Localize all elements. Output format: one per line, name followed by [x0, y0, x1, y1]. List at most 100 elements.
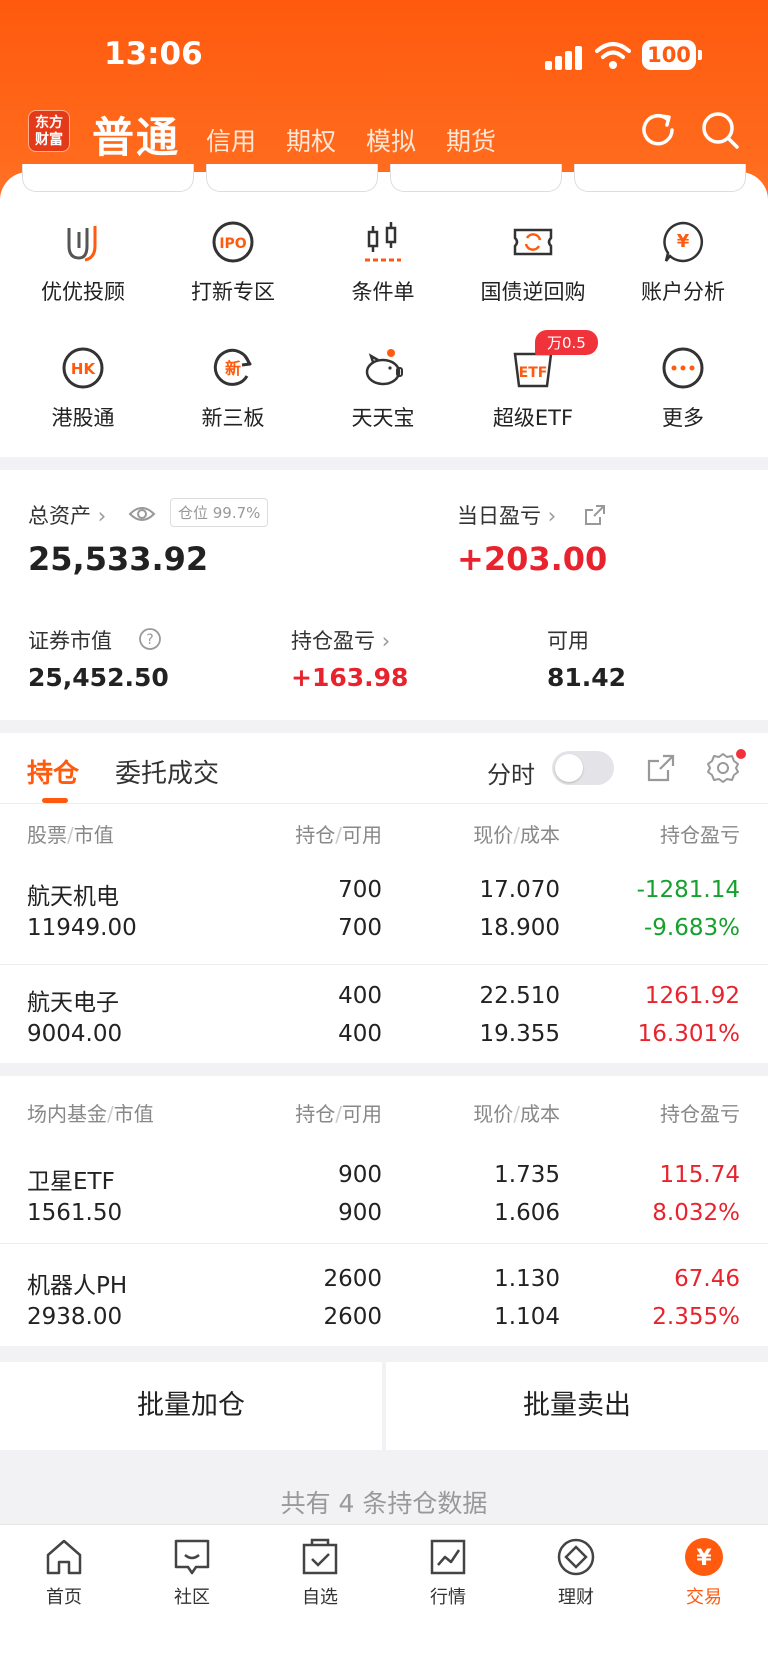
asset-summary-panel: 总资产 › 仓位 99.7% 25,533.92 当日盈亏 › +203.00 … [0, 470, 768, 720]
daily-pl-label[interactable]: 当日盈亏 › [457, 500, 556, 530]
stock-cost: 18.900 [479, 915, 560, 941]
tab-wealth[interactable]: 理财 [536, 1535, 616, 1609]
external-link-icon[interactable] [584, 504, 606, 526]
status-bar: 13:06 100 [0, 0, 768, 100]
quick-action-account-analysis[interactable]: ¥ 账户分析 [608, 218, 758, 306]
svg-text:新: 新 [225, 359, 241, 378]
fund-pl: 67.46 [674, 1266, 740, 1292]
ipo-icon: IPO [212, 221, 254, 263]
fund-cost: 1.104 [494, 1304, 560, 1330]
svg-text:HK: HK [71, 360, 97, 378]
tab-credit[interactable]: 信用 [206, 122, 256, 158]
quick-action-more[interactable]: 更多 [608, 344, 758, 432]
settings-gear-icon[interactable] [706, 751, 740, 785]
fund-pl-pct: 8.032% [652, 1200, 740, 1226]
svg-text:¥: ¥ [696, 1546, 712, 1571]
share-icon[interactable] [646, 753, 676, 783]
svg-text:IPO: IPO [219, 236, 246, 252]
chevron-right-icon: › [381, 629, 391, 653]
stock-available: 700 [338, 915, 382, 941]
quick-action-super-etf[interactable]: ETF 超级ETF [458, 344, 608, 432]
market-icon [430, 1539, 466, 1575]
eye-icon[interactable] [128, 504, 156, 524]
quick-action-conditional-order[interactable]: 条件单 [308, 218, 458, 306]
tab-home[interactable]: 首页 [24, 1535, 104, 1609]
tab-watchlist[interactable]: 自选 [280, 1535, 360, 1609]
watchlist-icon [302, 1538, 338, 1575]
tab-community[interactable]: 社区 [152, 1535, 232, 1609]
stock-value: 11949.00 [27, 915, 137, 941]
fund-value: 1561.50 [27, 1200, 123, 1226]
stock-pl-pct: -9.683% [644, 915, 740, 941]
quick-action-uu-advisor[interactable]: 优优投顾 [8, 218, 158, 306]
stock-pl: -1281.14 [636, 877, 740, 903]
available-value: 81.42 [547, 663, 627, 692]
stock-available: 400 [338, 1021, 382, 1047]
fund-pl: 115.74 [659, 1162, 740, 1188]
tab-trade[interactable]: ¥ 交易 [664, 1535, 744, 1609]
search-icon[interactable] [698, 108, 742, 152]
bond-repo-icon [513, 228, 553, 256]
chevron-right-icon: › [547, 504, 557, 528]
holding-pl-label[interactable]: 持仓盈亏 › [291, 625, 390, 655]
tab-positions[interactable]: 持仓 [27, 753, 79, 790]
fund-name: 卫星ETF [27, 1169, 115, 1195]
tab-orders[interactable]: 委托成交 [115, 753, 219, 790]
tab-options[interactable]: 期权 [286, 122, 336, 158]
total-assets-value: 25,533.92 [28, 540, 209, 578]
quick-actions-panel: 优优投顾 IPO 打新专区 条件单 国债逆回购 ¥ 账户分析 HK 港股通 新 … [0, 164, 768, 457]
tab-market[interactable]: 行情 [408, 1535, 488, 1609]
quick-action-tiantianbao[interactable]: 天天宝 [308, 344, 458, 432]
bottom-tab-bar: 首页 社区 自选 行情 理财 ¥ 交易 [0, 1524, 768, 1669]
stock-qty: 400 [338, 983, 382, 1009]
wifi-icon [595, 42, 631, 69]
fund-available: 900 [338, 1200, 382, 1226]
fund-value: 2938.00 [27, 1304, 123, 1330]
tab-normal-account[interactable]: 普通 [92, 104, 180, 165]
quick-action-ipo[interactable]: IPO 打新专区 [158, 218, 308, 306]
hk-icon: HK [62, 347, 104, 389]
batch-sell-button[interactable]: 批量卖出 [386, 1362, 768, 1450]
total-assets-label[interactable]: 总资产 › [28, 500, 106, 530]
new-board-icon: 新 [213, 348, 252, 386]
refresh-icon[interactable] [636, 108, 680, 152]
batch-add-button[interactable]: 批量加仓 [0, 1362, 382, 1450]
available-label: 可用 [547, 629, 589, 653]
uu-advisor-icon [67, 226, 97, 262]
help-icon[interactable]: ? [138, 627, 162, 651]
fund-qty: 2600 [323, 1266, 382, 1292]
bank-transfer-button-peek[interactable] [574, 164, 746, 192]
col-header-pl: 持仓盈亏 [660, 823, 740, 847]
market-value-label: 证券市值 [28, 629, 112, 653]
tab-futures[interactable]: 期货 [446, 122, 496, 158]
fund-available: 2600 [323, 1304, 382, 1330]
cancel-order-button-peek[interactable] [390, 164, 562, 192]
status-time: 13:06 [104, 36, 203, 72]
holdings-count-summary: 共有 4 条持仓数据 [280, 1489, 488, 1518]
stock-cost: 19.355 [479, 1021, 560, 1047]
quick-action-bond-repo[interactable]: 国债逆回购 [458, 218, 608, 306]
candlestick-icon [365, 222, 401, 262]
fund-pl-pct: 2.355% [652, 1304, 740, 1330]
stock-name: 航天机电 [27, 884, 119, 910]
intraday-toggle[interactable] [552, 751, 614, 785]
intraday-label: 分时 [487, 761, 535, 789]
batch-actions: 批量加仓 批量卖出 [0, 1362, 768, 1450]
account-nav: 东方财富 普通 信用 期权 模拟 期货 [0, 100, 768, 162]
svg-text:?: ? [146, 632, 153, 648]
fund-price: 1.735 [494, 1162, 560, 1188]
divider [0, 803, 768, 804]
quick-action-hk-connect[interactable]: HK 港股通 [8, 344, 158, 432]
col-header-price: 现价/成本 [473, 1102, 560, 1126]
fund-holdings-panel: 场内基金/市值 持仓/可用 现价/成本 持仓盈亏 卫星ETF 1561.50 9… [0, 1076, 768, 1346]
quick-action-new-third-board[interactable]: 新 新三板 [158, 344, 308, 432]
stock-qty: 700 [338, 877, 382, 903]
battery-indicator: 100 [642, 40, 702, 70]
stock-value: 9004.00 [27, 1021, 123, 1047]
daily-pl-value: +203.00 [457, 540, 608, 578]
tab-simulation[interactable]: 模拟 [366, 122, 416, 158]
buy-button-peek[interactable] [22, 164, 194, 192]
market-value: 25,452.50 [28, 663, 169, 692]
sell-button-peek[interactable] [206, 164, 378, 192]
fund-price: 1.130 [494, 1266, 560, 1292]
